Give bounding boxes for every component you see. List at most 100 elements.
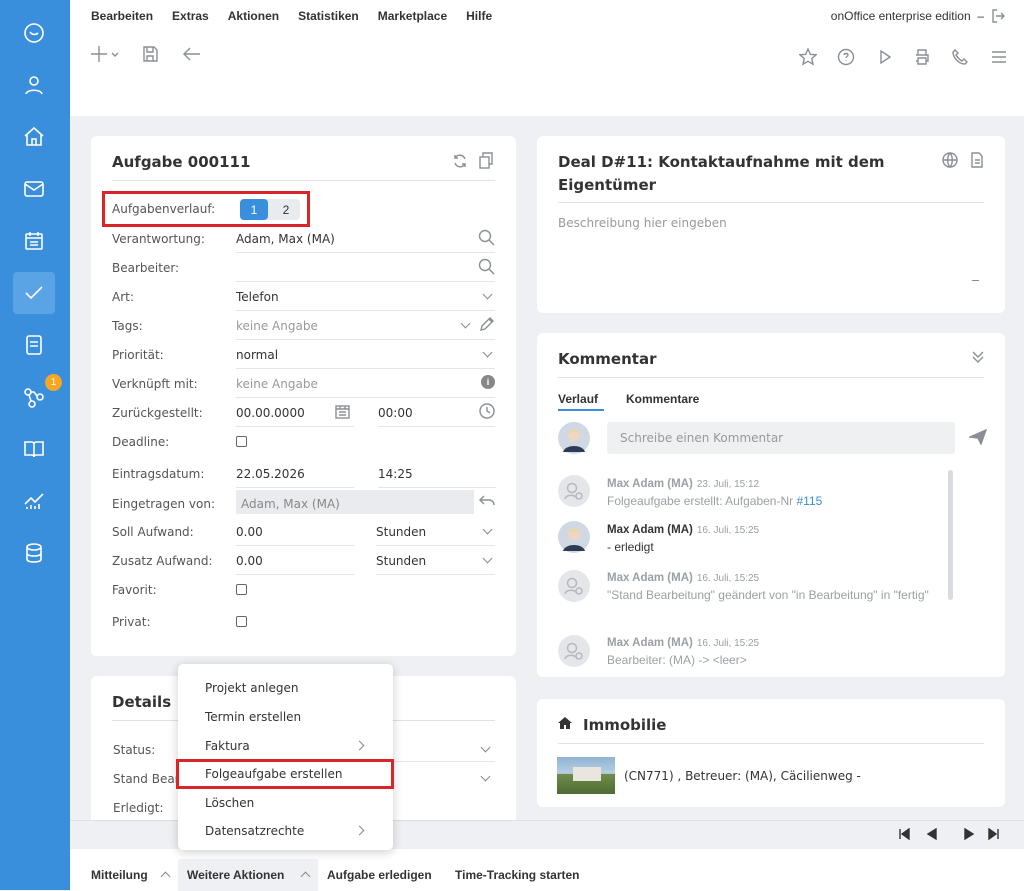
menu-bearbeiten[interactable]: Bearbeiten — [91, 9, 153, 23]
divider — [558, 743, 984, 744]
prev-page-icon[interactable] — [926, 828, 938, 840]
mail-icon — [24, 181, 44, 197]
immobilie-text[interactable]: (CN771) , Betreuer: (MA), Cäcilienweg - — [624, 769, 861, 783]
help-icon[interactable] — [837, 48, 855, 66]
sidebar-item-email[interactable] — [13, 168, 55, 210]
task-link[interactable]: #115 — [796, 494, 822, 508]
next-page-icon[interactable] — [963, 828, 975, 840]
edition-dash: – — [977, 9, 984, 23]
tab-kommentare[interactable]: Kommentare — [626, 392, 699, 406]
phone-icon[interactable] — [951, 48, 969, 66]
field-favorit: Favorit: — [112, 583, 495, 612]
menu-item-loeschen[interactable]: Löschen — [205, 796, 254, 810]
deadline-checkbox[interactable] — [236, 436, 247, 447]
first-page-icon[interactable] — [898, 828, 910, 840]
deal-title: Deal D#11: Kontaktaufnahme mit dem Eigen… — [558, 153, 885, 194]
refresh-icon[interactable] — [452, 153, 468, 169]
property-thumbnail[interactable] — [557, 757, 615, 794]
menu-item-faktura[interactable]: Faktura — [205, 739, 250, 753]
sidebar-item-calendar[interactable] — [13, 220, 55, 262]
favorit-checkbox[interactable] — [236, 584, 247, 595]
privat-checkbox[interactable] — [236, 616, 247, 627]
chevron-down-icon[interactable] — [482, 289, 493, 300]
menu-item-projekt-anlegen[interactable]: Projekt anlegen — [205, 681, 299, 695]
document-icon[interactable] — [970, 152, 984, 168]
field-label: Priorität: — [112, 348, 164, 362]
sidebar-item-processes[interactable]: 1 — [13, 374, 62, 418]
feed-author: Max Adam (MA) — [607, 524, 693, 536]
tags-select[interactable]: keine Angabe — [236, 319, 318, 333]
tab-verlauf[interactable]: Verlauf — [558, 392, 598, 406]
soll-aufwand-unit[interactable]: Stunden — [376, 525, 426, 539]
menu-marketplace[interactable]: Marketplace — [378, 9, 447, 23]
globe-icon[interactable] — [942, 152, 958, 168]
resize-handle-icon[interactable] — [971, 274, 986, 281]
add-icon[interactable] — [90, 44, 120, 64]
avatar-placeholder — [558, 570, 590, 602]
soll-aufwand-input[interactable]: 0.00 — [236, 525, 263, 539]
prioritaet-select[interactable]: normal — [236, 348, 278, 362]
eintragsdatum-date: 22.05.2026 — [236, 467, 305, 481]
pencil-icon[interactable] — [479, 316, 495, 332]
underline — [376, 545, 495, 546]
menu-item-datensatzrechte[interactable]: Datensatzrechte — [205, 824, 304, 838]
logout-icon[interactable] — [990, 7, 1008, 25]
context-menu: Projekt anlegen Termin erstellen Faktura… — [178, 664, 393, 850]
weitere-aktionen-button[interactable]: Weitere Aktionen — [187, 868, 284, 882]
menu-hilfe[interactable]: Hilfe — [466, 9, 492, 23]
aufgabe-erledigen-button[interactable]: Aufgabe erledigen — [327, 868, 432, 882]
last-page-icon[interactable] — [988, 828, 1000, 840]
menu-statistiken[interactable]: Statistiken — [298, 9, 359, 23]
menu-item-termin-erstellen[interactable]: Termin erstellen — [205, 710, 301, 724]
collapse-icon[interactable] — [971, 350, 985, 364]
zusatz-aufwand-input[interactable]: 0.00 — [236, 554, 263, 568]
description-textarea[interactable]: Beschreibung hier eingeben — [558, 216, 727, 230]
zurueckgestellt-time[interactable]: 00:00 — [378, 406, 413, 420]
search-icon[interactable] — [478, 258, 495, 275]
sidebar-item-knowledge[interactable] — [13, 428, 55, 470]
chevron-down-icon[interactable] — [482, 347, 493, 358]
sidebar-item-statistics[interactable] — [13, 480, 55, 522]
chevron-down-icon[interactable] — [482, 553, 493, 564]
info-icon[interactable]: i — [481, 375, 495, 389]
edition-text: onOffice enterprise edition — [830, 9, 971, 23]
underline — [236, 368, 495, 369]
verantwortung-value[interactable]: Adam, Max (MA) — [236, 232, 335, 246]
calendar-icon[interactable] — [335, 404, 350, 419]
copy-icon[interactable] — [478, 152, 494, 169]
chevron-down-icon[interactable] — [480, 771, 491, 782]
sidebar-logo[interactable] — [13, 12, 55, 54]
sidebar-item-tasks[interactable] — [13, 272, 55, 314]
menu-extras[interactable]: Extras — [172, 9, 209, 23]
chevron-down-icon[interactable] — [482, 524, 493, 535]
art-select[interactable]: Telefon — [236, 290, 279, 304]
field-zurueckgestellt: Zurückgestellt: 00.00.0000 00:00 — [112, 403, 495, 435]
verknuepft-value[interactable]: keine Angabe — [236, 377, 318, 391]
star-icon[interactable] — [799, 48, 817, 66]
clock-icon[interactable] — [479, 403, 495, 419]
sidebar-item-contacts[interactable] — [13, 64, 55, 106]
reply-icon[interactable] — [478, 493, 495, 508]
hamburger-menu-icon[interactable] — [990, 48, 1008, 66]
sidebar-item-database[interactable] — [13, 532, 55, 574]
play-icon[interactable] — [876, 48, 894, 66]
chevron-down-icon[interactable] — [460, 318, 471, 329]
chevron-down-icon[interactable] — [480, 742, 491, 753]
save-icon[interactable] — [141, 45, 159, 63]
edition-label: onOffice enterprise edition – — [831, 9, 984, 23]
sidebar-item-properties[interactable] — [13, 116, 55, 158]
sidebar-item-forms[interactable] — [13, 324, 55, 366]
mitteilung-button[interactable]: Mitteilung — [91, 868, 148, 882]
send-icon[interactable] — [969, 429, 987, 445]
zurueckgestellt-date[interactable]: 00.00.0000 — [236, 406, 305, 420]
time-tracking-button[interactable]: Time-Tracking starten — [455, 868, 580, 882]
back-arrow-icon[interactable] — [182, 45, 202, 63]
menu-aktionen[interactable]: Aktionen — [228, 9, 279, 23]
underline — [378, 426, 495, 427]
field-soll-aufwand: Soll Aufwand: 0.00 Stunden — [112, 524, 495, 554]
zusatz-aufwand-unit[interactable]: Stunden — [376, 554, 426, 568]
chevron-right-icon — [354, 825, 365, 836]
search-icon[interactable] — [478, 229, 495, 246]
print-icon[interactable] — [913, 48, 931, 66]
scrollbar[interactable] — [948, 470, 953, 600]
